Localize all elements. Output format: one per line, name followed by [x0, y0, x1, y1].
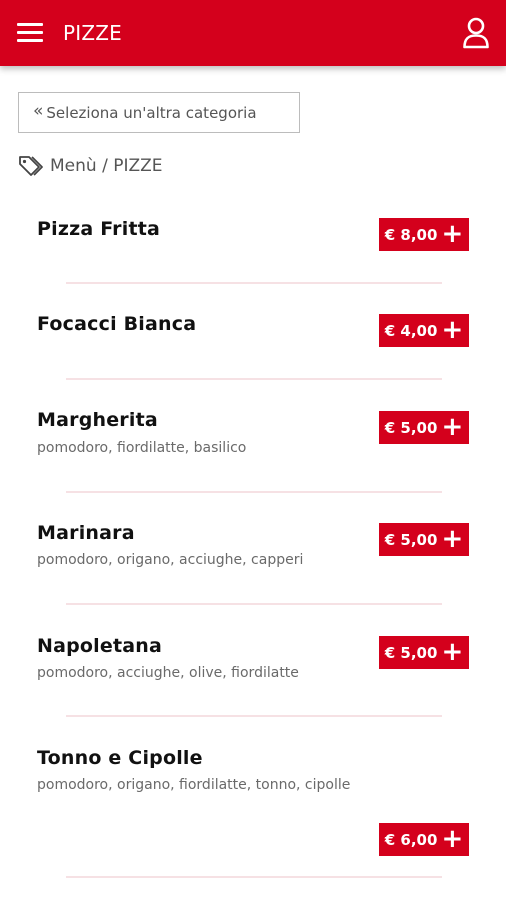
- add-to-cart-button[interactable]: € 5,00 +: [379, 411, 469, 444]
- item-name: Focacci Bianca: [37, 313, 197, 335]
- hamburger-line: [17, 31, 43, 34]
- item-name: Pizza Fritta: [37, 218, 161, 240]
- menu-item: Marinara pomodoro, origano, acciughe, ca…: [0, 501, 506, 614]
- breadcrumb-text: Menù / PIZZE: [50, 156, 163, 176]
- item-divider: [66, 282, 442, 284]
- breadcrumb: Menù / PIZZE: [18, 154, 163, 178]
- item-divider: [66, 876, 442, 878]
- add-to-cart-button[interactable]: € 8,00 +: [379, 218, 469, 251]
- item-price: € 6,00: [384, 830, 438, 849]
- menu-item: Tonno e Cipolle pomodoro, origano, fiord…: [0, 726, 506, 886]
- item-description: pomodoro, origano, acciughe, capperi: [37, 552, 304, 568]
- item-name: Tonno e Cipolle: [37, 747, 203, 769]
- item-description: pomodoro, fiordilatte, basilico: [37, 440, 247, 456]
- item-price: € 4,00: [384, 321, 438, 340]
- add-to-cart-button[interactable]: € 5,00 +: [379, 523, 469, 556]
- item-name: Napoletana: [37, 635, 163, 657]
- plus-icon: +: [441, 636, 464, 667]
- plus-icon: +: [441, 411, 464, 442]
- item-price: € 5,00: [384, 643, 438, 662]
- item-divider: [66, 715, 442, 717]
- add-to-cart-button[interactable]: € 6,00 +: [379, 823, 469, 856]
- menu-item: Margherita pomodoro, fiordilatte, basili…: [0, 389, 506, 501]
- tags-icon: [19, 156, 43, 176]
- item-price: € 5,00: [384, 418, 438, 437]
- add-to-cart-button[interactable]: € 4,00 +: [379, 314, 469, 347]
- item-description: pomodoro, origano, fiordilatte, tonno, c…: [37, 777, 351, 793]
- menu-item: Napoletana pomodoro, acciughe, olive, fi…: [0, 614, 506, 726]
- page-title: PIZZE: [63, 21, 122, 45]
- user-icon[interactable]: [462, 17, 490, 49]
- select-category-button[interactable]: « Seleziona un'altra categoria: [18, 92, 300, 133]
- hamburger-line: [17, 23, 43, 26]
- item-name: Marinara: [37, 522, 135, 544]
- item-divider: [66, 603, 442, 605]
- menu-item-list: Pizza Fritta € 8,00 + Focacci Bianca € 4…: [0, 196, 506, 886]
- app-header: PIZZE: [0, 0, 506, 66]
- plus-icon: +: [441, 314, 464, 345]
- item-description: pomodoro, acciughe, olive, fiordilatte: [37, 665, 299, 681]
- item-price: € 8,00: [384, 225, 438, 244]
- plus-icon: +: [441, 523, 464, 554]
- add-to-cart-button[interactable]: € 5,00 +: [379, 636, 469, 669]
- item-price: € 5,00: [384, 530, 438, 549]
- menu-item: Focacci Bianca € 4,00 +: [0, 292, 506, 389]
- plus-icon: +: [441, 823, 464, 854]
- item-divider: [66, 491, 442, 493]
- double-chevron-left-icon: «: [33, 101, 44, 121]
- hamburger-line: [17, 39, 43, 42]
- plus-icon: +: [441, 218, 464, 249]
- menu-item: Pizza Fritta € 8,00 +: [0, 196, 506, 292]
- select-category-label: Seleziona un'altra categoria: [46, 103, 257, 122]
- item-divider: [66, 378, 442, 380]
- item-name: Margherita: [37, 409, 158, 431]
- hamburger-menu-icon[interactable]: [17, 22, 43, 44]
